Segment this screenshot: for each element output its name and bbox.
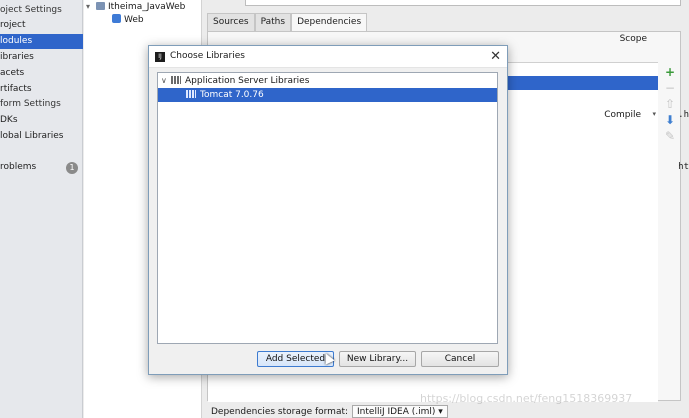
- web-facet-icon: [112, 14, 121, 23]
- tree-node-module[interactable]: ▾ Itheima_JavaWeb: [86, 0, 185, 14]
- tree-group-label: Application Server Libraries: [185, 76, 310, 86]
- cancel-button[interactable]: Cancel: [421, 351, 499, 367]
- tab-dependencies[interactable]: Dependencies: [291, 13, 368, 31]
- library-group-icon: [171, 76, 181, 84]
- sidebar-item-libraries[interactable]: ibraries: [0, 50, 83, 65]
- library-item-tomcat[interactable]: Tomcat 7.0.76: [158, 88, 497, 102]
- library-tree[interactable]: ∨ Application Server Libraries Tomcat 7.0…: [157, 72, 498, 344]
- storage-format-label: Dependencies storage format:: [211, 407, 349, 417]
- close-icon[interactable]: ✕: [490, 49, 501, 64]
- dependency-toolbar: + − ⇧ ⬇ ✎: [663, 64, 677, 144]
- edit-dependency-icon[interactable]: ✎: [663, 128, 677, 144]
- sidebar-item-sdks[interactable]: DKs: [0, 113, 83, 128]
- tab-paths[interactable]: Paths: [254, 13, 292, 31]
- settings-sidebar: oject Settings roject lodules ibraries a…: [0, 0, 83, 418]
- add-dependency-icon[interactable]: +: [663, 64, 677, 80]
- sidebar-item-artifacts[interactable]: rtifacts: [0, 82, 83, 97]
- scope-dropdown-arrow-icon[interactable]: ▾: [652, 110, 656, 118]
- move-up-icon[interactable]: ⇧: [663, 96, 677, 112]
- dialog-titlebar[interactable]: IJ Choose Libraries ✕: [149, 46, 507, 68]
- remove-dependency-icon[interactable]: −: [663, 80, 677, 96]
- tab-sources[interactable]: Sources: [207, 13, 255, 31]
- scope-column-header: Scope: [619, 34, 647, 44]
- intellij-app-icon: IJ: [155, 52, 165, 62]
- dependency-scope-value[interactable]: Compile: [604, 110, 641, 120]
- module-name-field[interactable]: [245, 0, 681, 6]
- tree-node-web-facet[interactable]: Web: [112, 13, 144, 27]
- dialog-title: Choose Libraries: [170, 51, 245, 61]
- background-editor-text-2: ht: [678, 162, 689, 172]
- choose-libraries-dialog: IJ Choose Libraries ✕ ∨ Application Serve…: [148, 45, 508, 375]
- tree-collapse-arrow-icon[interactable]: ▾: [86, 0, 96, 14]
- storage-format-select[interactable]: IntelliJ IDEA (.iml) ▾: [352, 405, 448, 418]
- storage-format-value: IntelliJ IDEA (.iml): [357, 407, 436, 417]
- web-facet-label: Web: [124, 15, 144, 25]
- sidebar-section-project-settings: oject Settings: [0, 5, 62, 15]
- sidebar-item-facets[interactable]: acets: [0, 66, 83, 81]
- move-down-icon[interactable]: ⬇: [663, 112, 677, 128]
- sidebar-section-platform-settings: form Settings: [0, 99, 61, 109]
- chevron-down-icon: ▾: [438, 407, 443, 417]
- problems-count-badge: 1: [66, 162, 78, 174]
- watermark: https://blog.csdn.net/feng1518369937: [420, 392, 633, 405]
- sidebar-item-global-libraries[interactable]: lobal Libraries: [0, 129, 83, 144]
- module-name: Itheima_JavaWeb: [108, 2, 186, 12]
- library-icon: [186, 90, 196, 98]
- tree-expand-arrow-icon[interactable]: ∨: [161, 74, 171, 88]
- library-item-label: Tomcat 7.0.76: [200, 90, 264, 100]
- sidebar-item-modules[interactable]: lodules: [0, 34, 83, 49]
- module-tabs: Sources Paths Dependencies: [207, 13, 368, 31]
- module-folder-icon: [96, 2, 105, 10]
- new-library-button[interactable]: New Library...: [339, 351, 416, 367]
- sidebar-item-project[interactable]: roject: [0, 18, 83, 33]
- storage-format-row: Dependencies storage format: IntelliJ IDE…: [211, 405, 448, 418]
- background-editor-text-1: .h: [678, 110, 689, 120]
- tree-group-app-server-libraries[interactable]: ∨ Application Server Libraries: [158, 74, 497, 88]
